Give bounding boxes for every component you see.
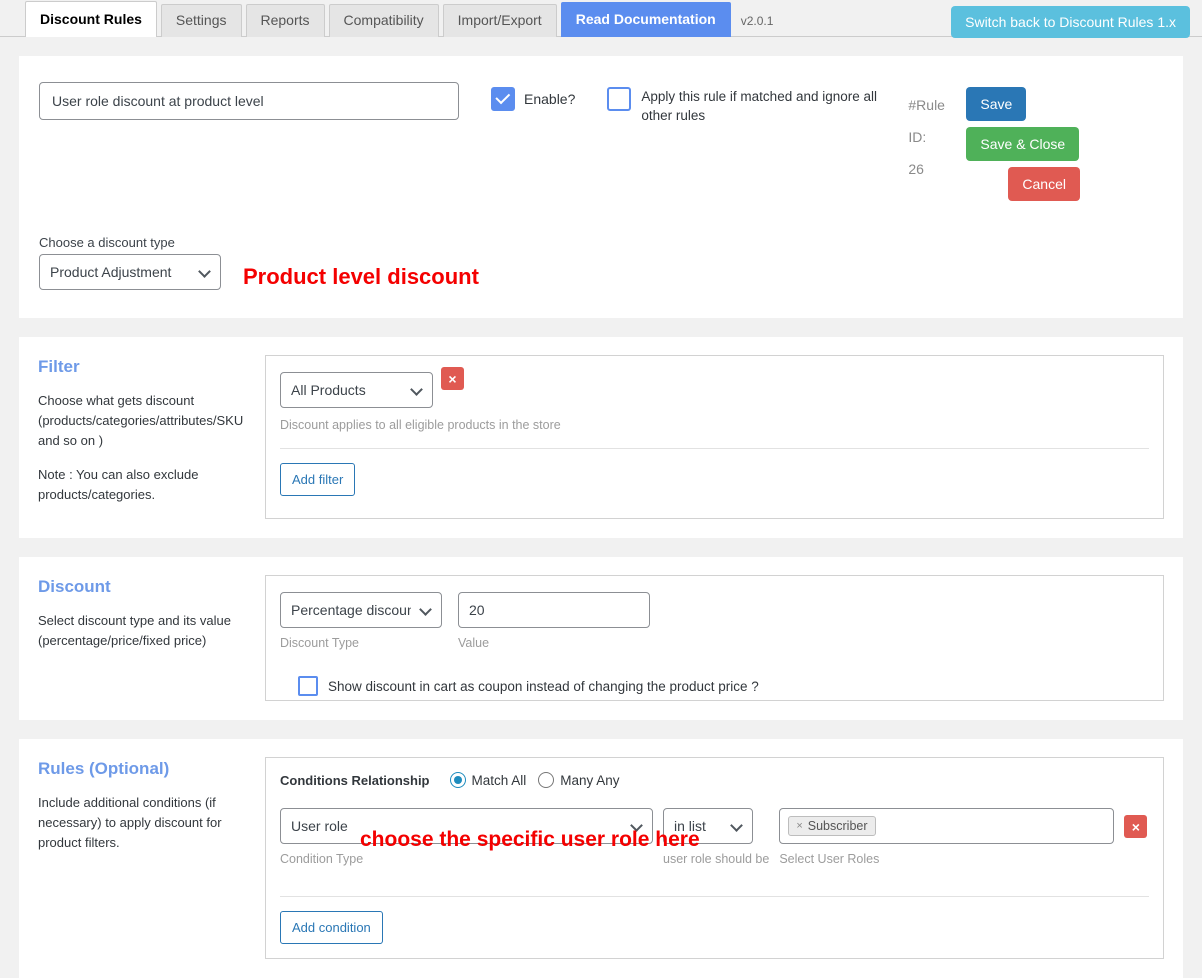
filter-card: Filter Choose what gets discount (produc… bbox=[19, 337, 1183, 538]
filter-heading: Filter bbox=[38, 357, 249, 377]
condition-remove-icon[interactable]: × bbox=[1124, 815, 1147, 838]
discount-card: Discount Select discount type and its va… bbox=[19, 557, 1183, 720]
filter-hint: Discount applies to all eligible product… bbox=[280, 418, 1149, 432]
rules-description: Include additional conditions (if necess… bbox=[38, 793, 249, 853]
discount-type-sublabel: Discount Type bbox=[280, 636, 442, 650]
apply-rule-label: Apply this rule if matched and ignore al… bbox=[641, 87, 882, 125]
discount-type-label: Choose a discount type bbox=[39, 235, 221, 250]
rule-id-label: #Rule ID: bbox=[908, 89, 966, 153]
discount-type-select-2[interactable]: Percentage discount bbox=[280, 592, 442, 628]
rules-section-left: Rules (Optional) Include additional cond… bbox=[38, 757, 265, 959]
tab-discount-rules[interactable]: Discount Rules bbox=[25, 1, 157, 37]
add-filter-button[interactable]: Add filter bbox=[280, 463, 355, 496]
role-tag-remove-icon[interactable]: × bbox=[796, 820, 802, 832]
role-tag-label: Subscriber bbox=[808, 819, 868, 833]
radio-many-any[interactable] bbox=[538, 772, 554, 788]
rules-section: Rules (Optional) Include additional cond… bbox=[19, 739, 1183, 978]
filter-section-left: Filter Choose what gets discount (produc… bbox=[38, 355, 265, 519]
tab-bar: Discount Rules Settings Reports Compatib… bbox=[0, 0, 1202, 37]
role-tag-subscriber[interactable]: × Subscriber bbox=[788, 816, 875, 836]
rule-id-block: #Rule ID: 26 bbox=[908, 89, 966, 185]
tab-compatibility[interactable]: Compatibility bbox=[329, 4, 439, 37]
save-and-close-button[interactable]: Save & Close bbox=[966, 127, 1079, 161]
discount-type-select-wrap-2: Percentage discount bbox=[280, 592, 442, 628]
switch-back-button[interactable]: Switch back to Discount Rules 1.x bbox=[951, 6, 1190, 38]
add-condition-button[interactable]: Add condition bbox=[280, 911, 383, 944]
discount-type-row: Choose a discount type Product Adjustmen… bbox=[19, 207, 1183, 290]
rule-id-value: 26 bbox=[908, 153, 966, 185]
filter-control-row: All Products × bbox=[280, 372, 1149, 408]
user-roles-tag-input[interactable]: × Subscriber bbox=[779, 808, 1114, 844]
tab-reports[interactable]: Reports bbox=[246, 4, 325, 37]
radio-match-all[interactable] bbox=[450, 772, 466, 788]
enable-label: Enable? bbox=[524, 91, 575, 107]
filter-footer: Add filter bbox=[266, 449, 1163, 510]
discount-row: Percentage discount Discount Type Value … bbox=[266, 576, 1163, 700]
discount-description: Select discount type and its value (perc… bbox=[38, 611, 249, 651]
roles-sublabel: Select User Roles bbox=[779, 852, 1114, 866]
filter-description-1: Choose what gets discount (products/cate… bbox=[38, 391, 249, 451]
enable-checkbox[interactable] bbox=[491, 87, 515, 111]
rule-header-row: Enable? Apply this rule if matched and i… bbox=[19, 82, 1183, 207]
discount-value-sublabel: Value bbox=[458, 636, 650, 650]
product-level-discount-annotation: Product level discount bbox=[243, 264, 479, 290]
rules-heading: Rules (Optional) bbox=[38, 759, 249, 779]
filter-section: Filter Choose what gets discount (produc… bbox=[19, 337, 1183, 538]
coupon-checkbox[interactable] bbox=[298, 676, 318, 696]
filter-remove-icon[interactable]: × bbox=[441, 367, 464, 390]
filter-row: All Products × Discount applies to all e… bbox=[266, 356, 1163, 442]
conditions-relationship-label: Conditions Relationship bbox=[280, 773, 430, 788]
filter-section-body: All Products × Discount applies to all e… bbox=[265, 355, 1164, 519]
discount-type-field-group: Percentage discount Discount Type bbox=[280, 592, 442, 650]
apply-rule-checkbox-group[interactable]: Apply this rule if matched and ignore al… bbox=[607, 87, 882, 125]
discount-control-row: Percentage discount Discount Type Value bbox=[280, 592, 1149, 650]
filter-description-2: Note : You can also exclude products/cat… bbox=[38, 465, 249, 505]
conditions-relationship-row: Conditions Relationship Match All Many A… bbox=[266, 758, 1163, 788]
rules-section-body: Conditions Relationship Match All Many A… bbox=[265, 757, 1164, 959]
tab-settings[interactable]: Settings bbox=[161, 4, 242, 37]
discount-section-left: Discount Select discount type and its va… bbox=[38, 575, 265, 701]
filter-select[interactable]: All Products bbox=[280, 372, 433, 408]
roles-field-group: × Subscriber Select User Roles bbox=[779, 808, 1114, 866]
operator-sublabel: user role should be bbox=[663, 852, 769, 866]
enable-checkbox-group[interactable]: Enable? bbox=[491, 87, 575, 111]
action-buttons: Save Save & Close Cancel bbox=[966, 87, 1151, 207]
tab-import-export[interactable]: Import/Export bbox=[443, 4, 557, 37]
discount-section-body: Percentage discount Discount Type Value … bbox=[265, 575, 1164, 701]
coupon-label: Show discount in cart as coupon instead … bbox=[328, 679, 759, 694]
filter-select-wrap: All Products bbox=[280, 372, 433, 408]
discount-heading: Discount bbox=[38, 577, 249, 597]
rule-header-card: Enable? Apply this rule if matched and i… bbox=[19, 56, 1183, 318]
discount-section: Discount Select discount type and its va… bbox=[19, 557, 1183, 720]
discount-type-select-wrap: Product Adjustment bbox=[39, 254, 221, 290]
discount-value-field-group: Value bbox=[458, 592, 650, 650]
coupon-checkbox-group[interactable]: Show discount in cart as coupon instead … bbox=[280, 676, 1149, 696]
user-role-annotation: choose the specific user role here bbox=[360, 828, 700, 852]
rules-footer: Add condition bbox=[266, 897, 1163, 958]
version-label: v2.0.1 bbox=[741, 14, 774, 28]
condition-type-sublabel: Condition Type bbox=[280, 852, 653, 866]
rules-card: Rules (Optional) Include additional cond… bbox=[19, 739, 1183, 978]
save-button[interactable]: Save bbox=[966, 87, 1026, 121]
radio-match-all-label: Match All bbox=[472, 773, 527, 788]
discount-value-input[interactable] bbox=[458, 592, 650, 628]
cancel-button[interactable]: Cancel bbox=[1008, 167, 1080, 201]
discount-type-field: Choose a discount type Product Adjustmen… bbox=[39, 235, 221, 290]
radio-many-any-label: Many Any bbox=[560, 773, 619, 788]
tab-read-documentation[interactable]: Read Documentation bbox=[561, 2, 731, 37]
discount-type-select[interactable]: Product Adjustment bbox=[39, 254, 221, 290]
apply-rule-checkbox[interactable] bbox=[607, 87, 631, 111]
rule-title-input[interactable] bbox=[39, 82, 459, 120]
